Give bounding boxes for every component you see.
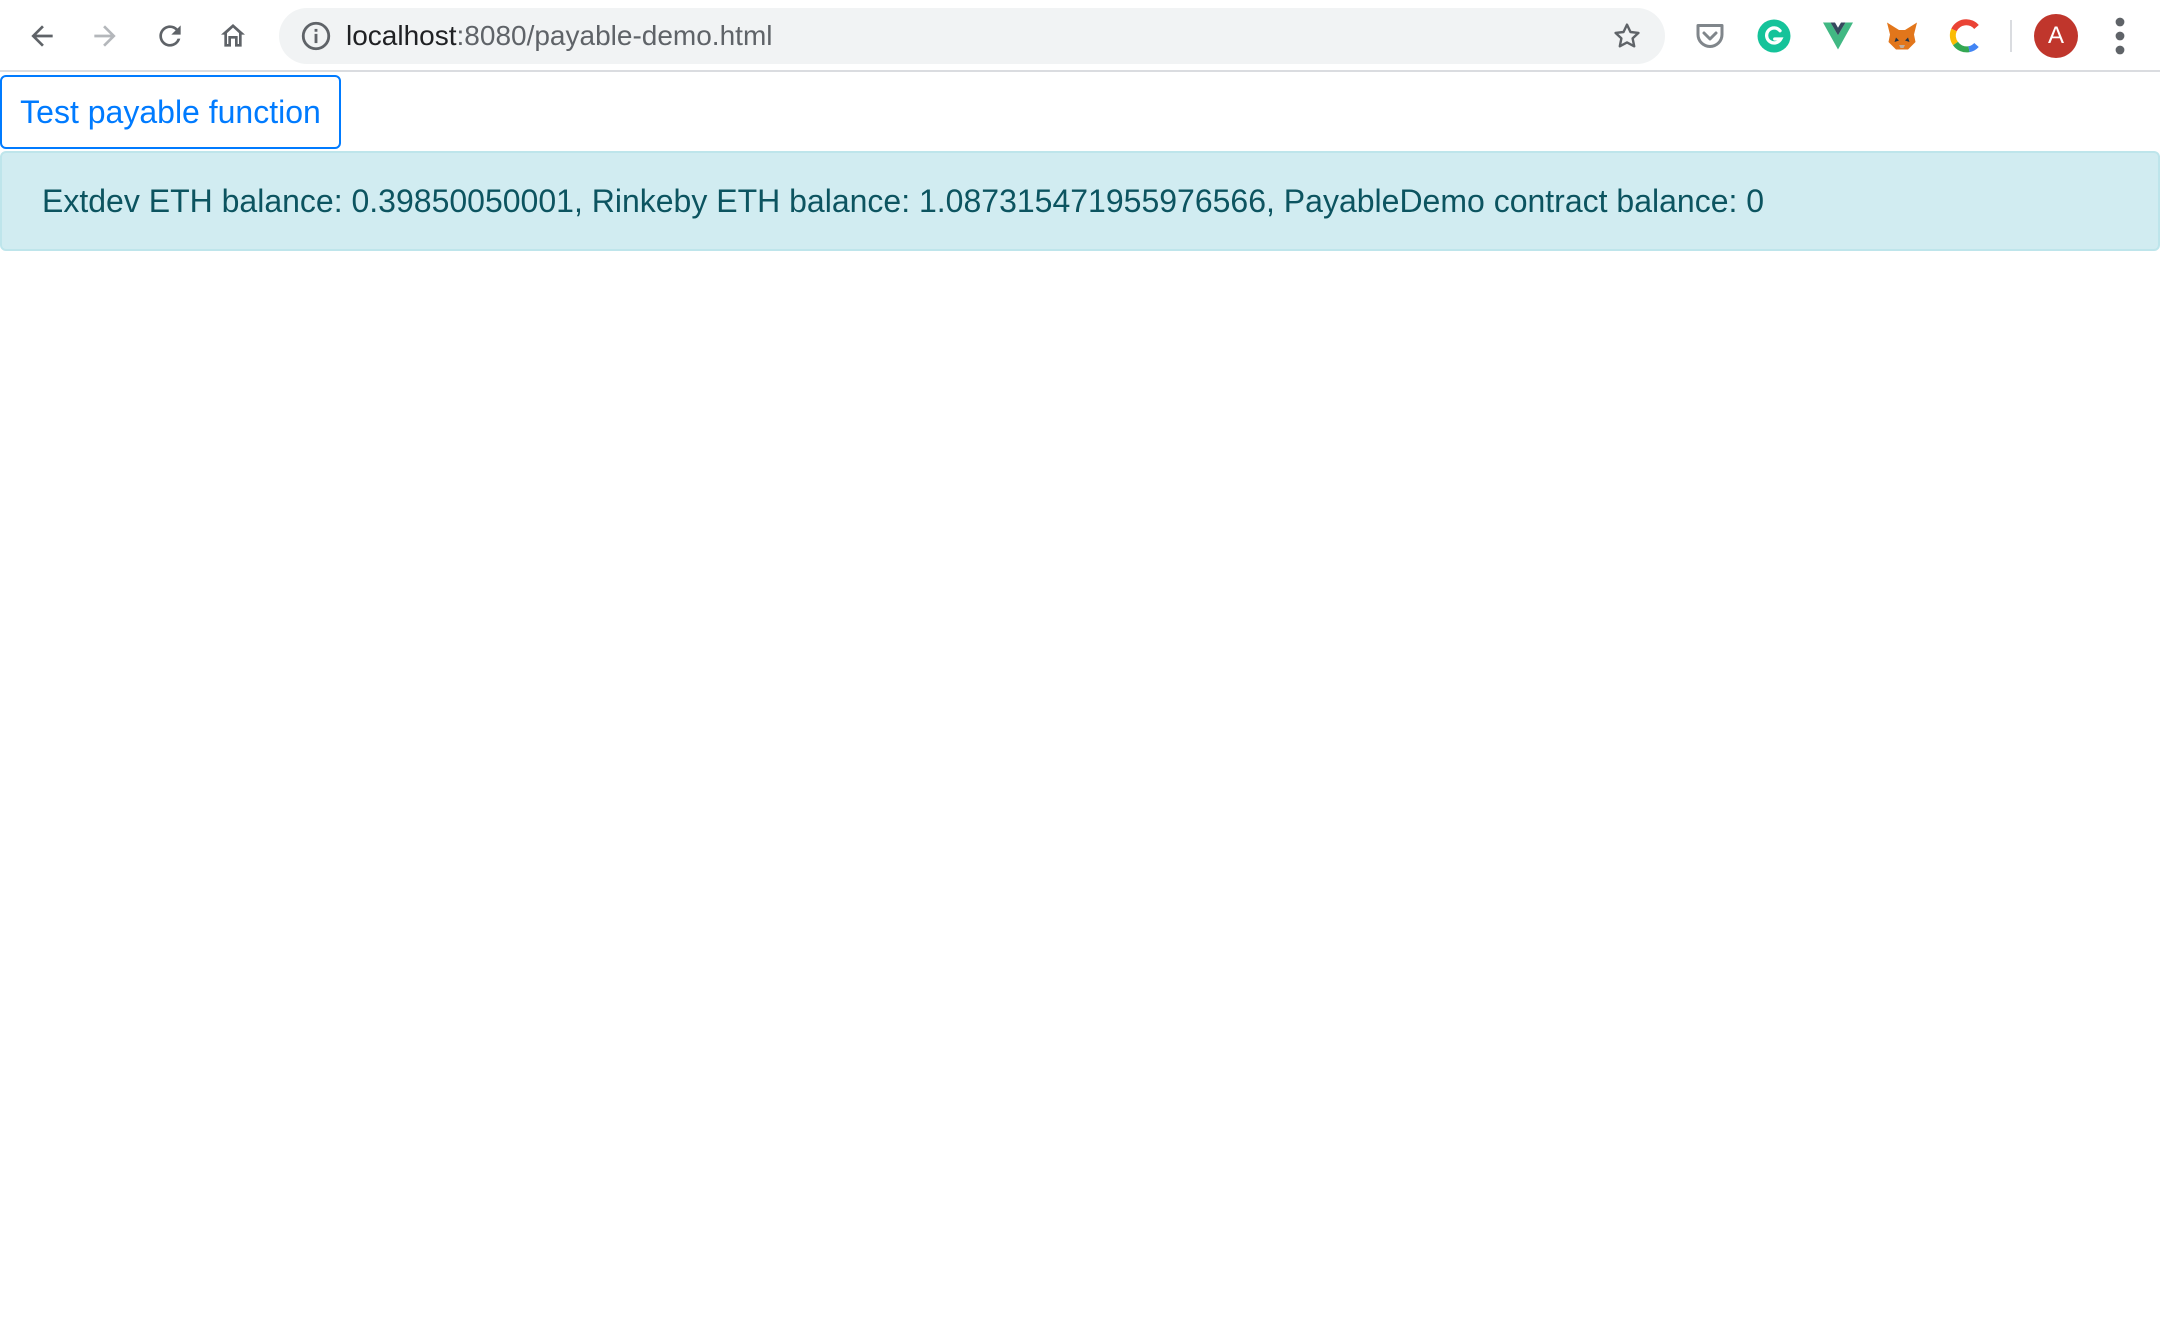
- home-button[interactable]: [205, 8, 261, 64]
- metamask-extension[interactable]: [1880, 14, 1924, 58]
- reload-button[interactable]: [142, 8, 198, 64]
- colorful-c-icon: [1949, 19, 1979, 53]
- forward-arrow-icon: [94, 25, 116, 47]
- colorful-c-extension[interactable]: [1944, 14, 1988, 58]
- info-icon[interactable]: [299, 19, 333, 53]
- url-path: :8080/payable-demo.html: [456, 20, 773, 51]
- browser-toolbar: localhost:8080/payable-demo.html A: [0, 0, 2160, 72]
- grammarly-extension[interactable]: [1752, 14, 1796, 58]
- pocket-extension[interactable]: [1688, 14, 1732, 58]
- reload-icon: [159, 25, 181, 47]
- address-bar[interactable]: localhost:8080/payable-demo.html: [279, 8, 1665, 64]
- toolbar-divider: [2010, 20, 2012, 52]
- vue-devtools-icon: [1823, 22, 1853, 50]
- back-arrow-icon: [31, 25, 53, 47]
- forward-button[interactable]: [77, 8, 133, 64]
- pocket-icon: [1696, 24, 1724, 48]
- balance-alert: Extdev ETH balance: 0.39850050001, Rinke…: [0, 151, 2160, 251]
- grammarly-icon: [1757, 19, 1791, 53]
- vue-devtools-extension[interactable]: [1816, 14, 1860, 58]
- profile-avatar[interactable]: A: [2034, 14, 2078, 58]
- metamask-icon: [1887, 22, 1917, 50]
- home-icon: [221, 24, 245, 47]
- url-host: localhost: [346, 20, 457, 51]
- url-text[interactable]: localhost:8080/payable-demo.html: [346, 8, 773, 64]
- test-payable-function-button[interactable]: Test payable function: [0, 75, 341, 149]
- back-button[interactable]: [14, 8, 70, 64]
- page-content: Test payable function Extdev ETH balance…: [0, 72, 2160, 1344]
- star-icon[interactable]: [1611, 20, 1643, 52]
- kebab-menu-icon[interactable]: [2104, 14, 2136, 58]
